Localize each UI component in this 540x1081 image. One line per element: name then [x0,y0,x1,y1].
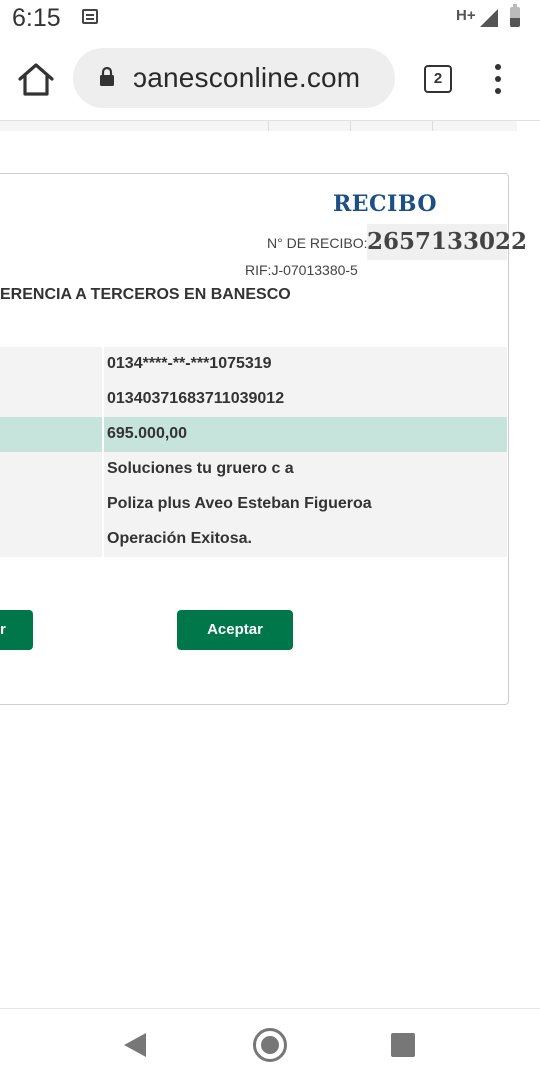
receipt-title: RECIBO [333,191,438,217]
accept-button[interactable]: Aceptar [177,610,293,650]
secondary-button[interactable]: r [0,610,33,650]
back-icon[interactable] [124,1033,146,1057]
status-time: 6:15 [12,4,61,32]
concept: Poliza plus Aveo Esteban Figueroa [107,495,372,512]
page-content: RECIBO N° DE RECIBO: 2657133022 RIF:J-07… [0,121,540,1008]
table-cell-label [0,452,102,487]
table-cell-label [0,347,102,382]
table-row: Poliza plus Aveo Esteban Figueroa [0,487,507,522]
table-cell-value: 01340371683711039012 [104,382,507,417]
home-circle-icon[interactable] [253,1028,287,1062]
battery-icon [510,4,520,27]
table-cell-label [0,487,102,522]
table-cell-value: 695.000,00 [104,417,507,452]
table-cell-label [0,522,102,557]
amount: 695.000,00 [107,425,188,442]
table-cell-value: Operación Exitosa. [104,522,507,557]
table-row: Operación Exitosa. [0,522,507,557]
address-bar[interactable]: ɔanesconline.com [73,48,395,108]
top-strip [0,121,517,131]
table-row: 0134****-**-***1075319 [0,347,507,382]
url-text: ɔanesconline.com [133,62,361,93]
beneficiary: Soluciones tu gruero c a [107,460,294,477]
lock-icon [99,66,115,87]
notification-icon [82,9,98,24]
status-bar: 6:15 H+ [0,0,540,40]
rif: RIF:J-07013380-5 [245,262,358,278]
table-row: Soluciones tu gruero c a [0,452,507,487]
table-cell-value: Soluciones tu gruero c a [104,452,507,487]
receipt-number: 2657133022 [367,224,527,260]
secondary-button-label: r [0,621,6,638]
receipt-number-label: N° DE RECIBO: [267,235,368,251]
recent-apps-icon[interactable] [391,1033,415,1057]
menu-icon[interactable] [488,64,508,94]
browser-toolbar: ɔanesconline.com 2 [0,40,540,121]
table-cell-label [0,417,102,452]
account-origin: 0134****-**-***1075319 [107,355,272,372]
home-icon[interactable] [16,60,56,100]
table-row: 695.000,00 [0,417,507,452]
receipt-table: 0134****-**-***1075319 01340371683711039… [0,347,507,557]
network-type: H+ [456,7,476,24]
signal-icon [480,9,498,27]
tabs-icon[interactable]: 2 [424,65,452,93]
table-cell-label [0,382,102,417]
navigation-bar [0,1008,540,1081]
transfer-title: ERENCIA A TERCEROS EN BANESCO [0,286,291,303]
table-cell-value: 0134****-**-***1075319 [104,347,507,382]
status: Operación Exitosa. [107,530,252,547]
table-cell-value: Poliza plus Aveo Esteban Figueroa [104,487,507,522]
account-destination: 01340371683711039012 [107,390,285,407]
table-row: 01340371683711039012 [0,382,507,417]
